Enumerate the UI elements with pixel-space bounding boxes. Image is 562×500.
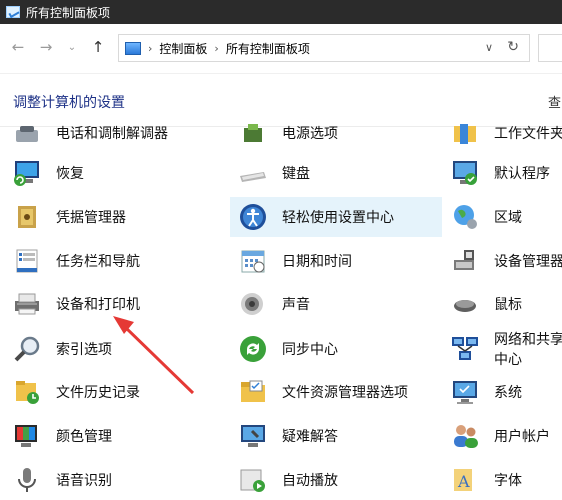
- annotation-arrow: [113, 316, 195, 395]
